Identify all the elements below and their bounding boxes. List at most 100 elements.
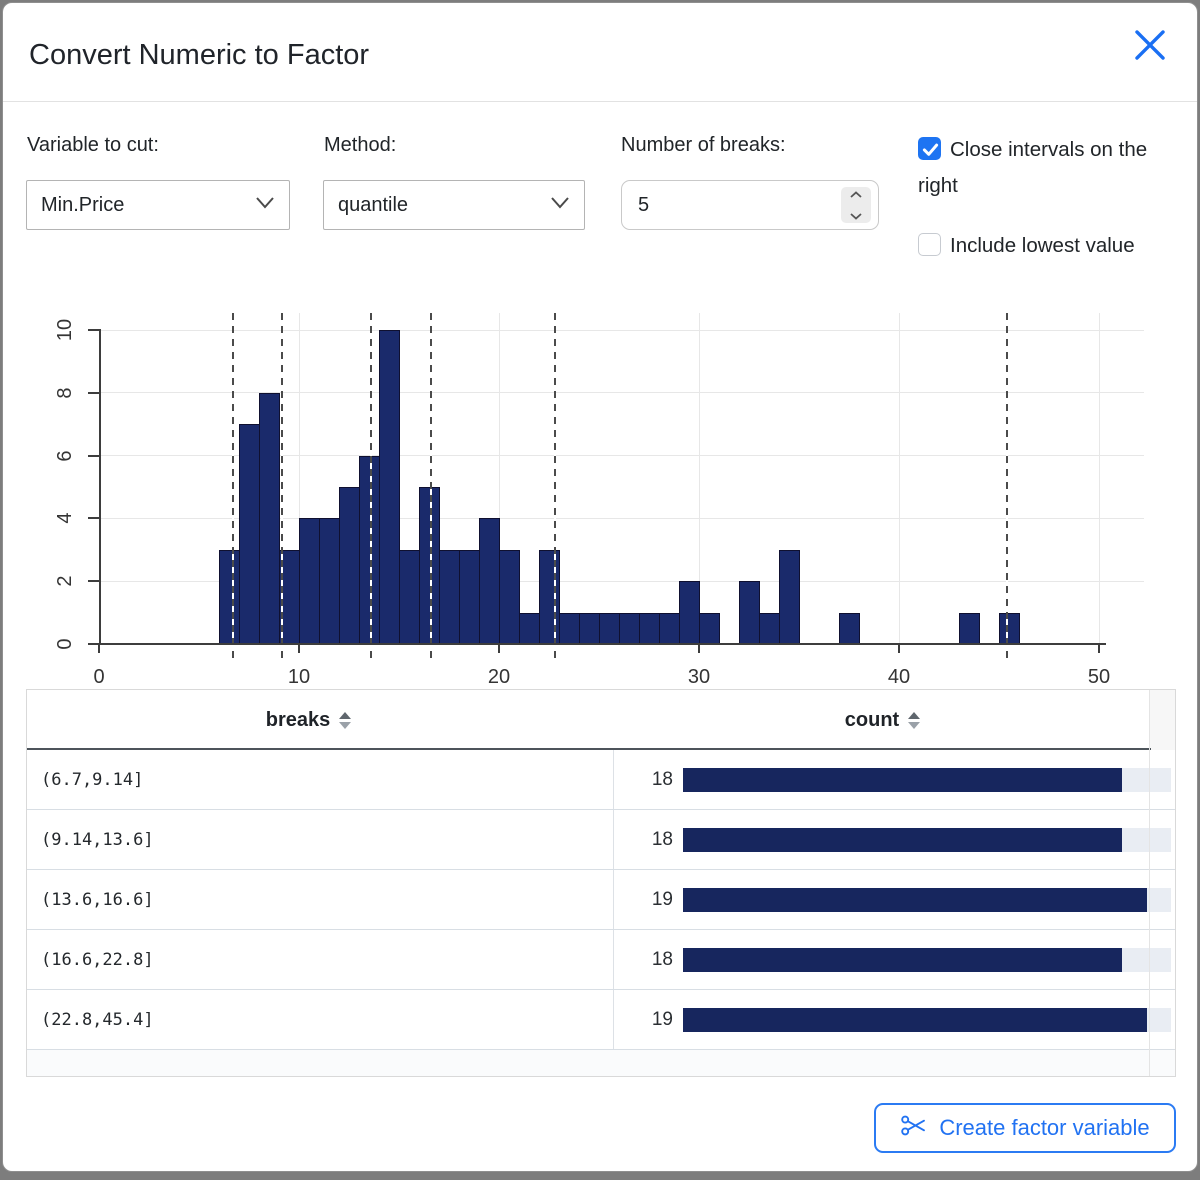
hist-bar: [339, 487, 360, 644]
table-header: breaks count: [27, 690, 1175, 750]
include-lowest-label: Include lowest value: [950, 234, 1135, 257]
table-body: (6.7,9.14]18(9.14,13.6]18(13.6,16.6]19(1…: [27, 750, 1175, 1050]
count-header-label: count: [845, 709, 899, 732]
method-select-value: quantile: [338, 194, 550, 217]
breaks-cell: (22.8,45.4]: [41, 990, 154, 1049]
dialog-header: Convert Numeric to Factor: [3, 3, 1197, 102]
x-tick-label: 20: [469, 666, 529, 689]
include-lowest-checkbox[interactable]: [918, 233, 941, 256]
chevron-down-icon: [255, 196, 275, 214]
breaks-cell: (9.14,13.6]: [41, 810, 154, 869]
hist-bar: [479, 518, 500, 644]
table-row[interactable]: (9.14,13.6] 18: [27, 810, 1175, 870]
hist-bar: [759, 613, 780, 644]
table-row[interactable]: (16.6,22.8]18: [27, 930, 1175, 990]
count-bar-track: [683, 888, 1171, 912]
x-tick: [298, 644, 300, 653]
table-row[interactable]: (13.6,16.6] 19: [27, 870, 1175, 930]
breaks-cell: (13.6,16.6]: [41, 870, 154, 929]
breaks-header-label: breaks: [266, 709, 331, 732]
hist-bar: [559, 613, 580, 644]
hist-bar: [399, 550, 420, 644]
y-tick: [88, 517, 99, 519]
method-select[interactable]: quantile: [323, 180, 585, 230]
column-header-count[interactable]: count: [614, 690, 1151, 750]
break-line: [281, 313, 283, 661]
close-button[interactable]: [1129, 25, 1171, 67]
y-tick-label: 8: [54, 375, 76, 411]
hist-bar: [639, 613, 660, 644]
hist-bar: [739, 581, 760, 644]
x-tick-label: 40: [869, 666, 929, 689]
number-stepper[interactable]: [841, 187, 871, 223]
y-tick-label: 10: [54, 312, 76, 348]
create-factor-button[interactable]: Create factor variable: [874, 1103, 1176, 1153]
x-tick: [498, 644, 500, 653]
column-divider: [613, 810, 614, 869]
column-divider: [613, 990, 614, 1049]
variable-to-cut-label: Variable to cut:: [27, 134, 159, 157]
y-gridline: [99, 392, 1144, 393]
count-value: 19: [613, 870, 673, 929]
hist-bar: [239, 424, 260, 644]
y-tick: [88, 329, 99, 331]
count-bar-fill: [683, 888, 1147, 912]
y-tick: [88, 643, 99, 645]
hist-bar: [959, 613, 980, 644]
hist-bar: [519, 613, 540, 644]
column-header-breaks[interactable]: breaks: [27, 690, 590, 750]
breaks-table: breaks count (6.7,9.14]18(9.14,13.6]18(1…: [26, 689, 1176, 1077]
histogram-plot: 010203040500246810: [3, 294, 1198, 698]
number-of-breaks-label: Number of breaks:: [621, 134, 786, 157]
y-gridline: [99, 330, 1144, 331]
hist-bar: [619, 613, 640, 644]
sort-icon: [908, 712, 920, 729]
create-factor-button-label: Create factor variable: [939, 1115, 1149, 1141]
x-tick-label: 0: [69, 666, 129, 689]
hist-bar: [499, 550, 520, 644]
y-tick-label: 6: [54, 438, 76, 474]
hist-bar: [439, 550, 460, 644]
hist-bar: [459, 550, 480, 644]
count-value: 19: [613, 990, 673, 1049]
hist-bar: [319, 518, 340, 644]
y-tick-label: 4: [54, 500, 76, 536]
y-axis-line: [99, 329, 101, 645]
convert-numeric-dialog: Convert Numeric to Factor Variable to cu…: [2, 2, 1198, 1172]
breaks-cell: (6.7,9.14]: [41, 750, 143, 809]
close-intervals-checkbox-group: Close intervals on the right: [918, 132, 1182, 204]
column-divider: [613, 870, 614, 929]
table-row[interactable]: (6.7,9.14]18: [27, 750, 1175, 810]
chevron-down-icon: [550, 196, 570, 214]
table-row[interactable]: (22.8,45.4] 19: [27, 990, 1175, 1050]
break-line: [370, 313, 372, 661]
count-bar-fill: [683, 828, 1122, 852]
hist-bar: [259, 393, 280, 644]
count-bar-fill: [683, 1008, 1147, 1032]
hist-bar: [599, 613, 620, 644]
y-tick: [88, 392, 99, 394]
count-bar-fill: [683, 948, 1122, 972]
variable-select-value: Min.Price: [41, 194, 255, 217]
x-axis-line: [88, 643, 1106, 645]
hist-bar: [659, 613, 680, 644]
hist-bar: [299, 518, 320, 644]
column-divider: [613, 930, 614, 989]
break-line: [232, 313, 234, 661]
x-tick: [698, 644, 700, 653]
close-intervals-checkbox[interactable]: [918, 137, 941, 160]
x-tick: [98, 644, 100, 653]
x-tick: [898, 644, 900, 653]
x-tick-label: 10: [269, 666, 329, 689]
count-bar-track: [683, 1008, 1171, 1032]
hist-bar: [579, 613, 600, 644]
variable-select[interactable]: Min.Price: [26, 180, 290, 230]
count-value: 18: [613, 810, 673, 869]
chevron-up-icon: [849, 186, 863, 204]
hist-bar: [999, 613, 1020, 644]
count-bar-track: [683, 948, 1171, 972]
count-value: 18: [613, 930, 673, 989]
hist-bar: [839, 613, 860, 644]
count-bar-fill: [683, 768, 1122, 792]
scissors-icon: [900, 1113, 927, 1144]
